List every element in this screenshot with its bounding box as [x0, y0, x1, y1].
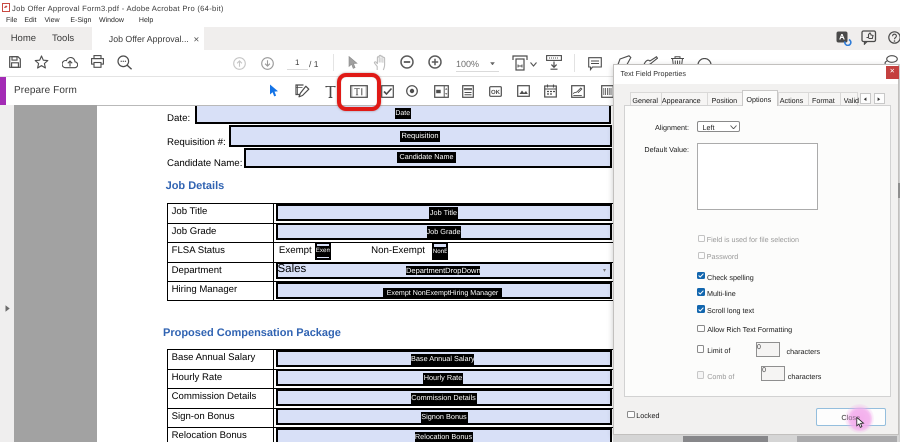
svg-text:OK: OK	[491, 89, 501, 96]
